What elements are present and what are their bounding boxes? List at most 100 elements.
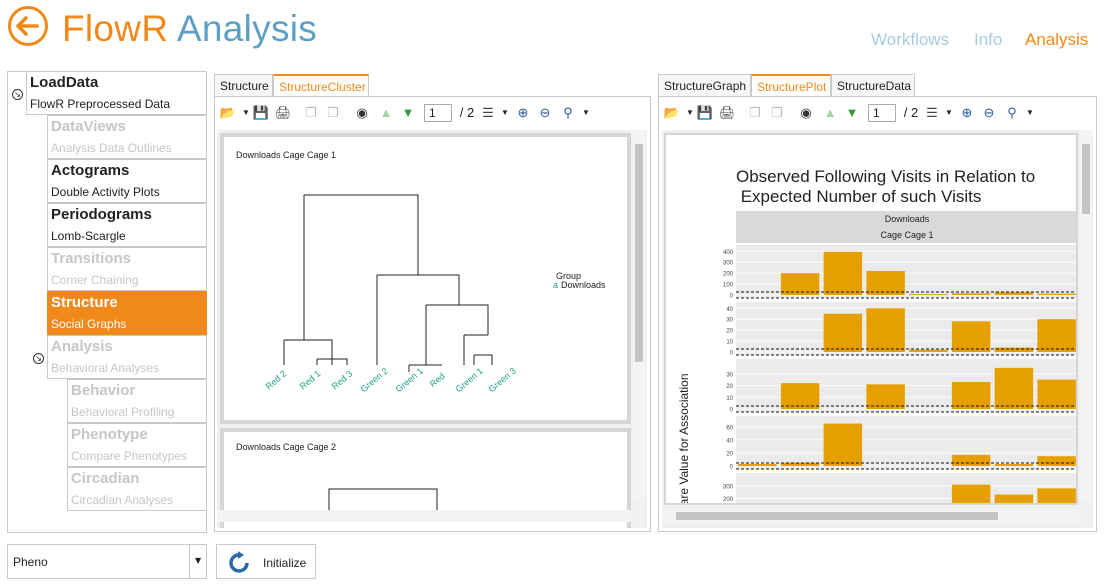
bar — [823, 423, 863, 466]
back-button[interactable] — [8, 6, 48, 46]
bar — [780, 383, 820, 409]
legend-key-icon: a — [553, 280, 559, 290]
page-down-icon[interactable]: ▼ — [843, 104, 861, 122]
pheno-select[interactable]: Pheno ▼ — [7, 544, 207, 579]
tab-structure-graph[interactable]: StructureGraph — [658, 74, 751, 96]
bar — [994, 494, 1034, 503]
copy-icon[interactable]: ❐ — [746, 104, 764, 122]
bar — [738, 464, 777, 466]
zoom-in-icon[interactable]: ⊕ — [958, 104, 976, 122]
sidebar-item-analysis[interactable]: Analysis Behavioral Analyses — [47, 335, 207, 379]
bar — [951, 484, 991, 503]
sidebar-item-circadian[interactable]: Circadian Circadian Analyses — [67, 467, 207, 511]
find-icon[interactable]: ◉ — [797, 104, 815, 122]
right-viewer: Observed Following Visits in Relation to… — [662, 130, 1093, 528]
nav-info[interactable]: Info — [974, 30, 1002, 50]
chevron-down-icon: ▼ — [195, 556, 202, 565]
print-icon[interactable]: 🖨 — [718, 104, 736, 122]
sidebar-item-transitions[interactable]: Transitions Corner Chaining — [47, 247, 207, 291]
zoom-icon[interactable]: ⚲ — [559, 104, 577, 122]
paste-icon[interactable]: ❐ — [768, 104, 786, 122]
page-down-icon[interactable]: ▼ — [399, 104, 417, 122]
bar — [866, 308, 905, 352]
expand-collapse-icon[interactable]: ↘ — [33, 353, 44, 364]
sidebar-item-subtitle: Double Activity Plots — [51, 185, 160, 199]
dropdown-icon[interactable]: ▼ — [940, 104, 958, 122]
right-vscroll-thumb[interactable] — [1082, 144, 1090, 214]
sidebar-item-title: LoadData — [30, 74, 99, 91]
open-icon[interactable]: 📂 — [663, 104, 681, 122]
print-icon[interactable]: 🖨 — [274, 104, 292, 122]
sidebar-item-actograms[interactable]: Actograms Double Activity Plots — [47, 159, 207, 203]
bar — [909, 349, 948, 352]
save-icon[interactable]: 💾 — [696, 104, 714, 122]
dropdown-icon[interactable]: ▼ — [1021, 104, 1039, 122]
right-hscroll-thumb[interactable] — [676, 512, 998, 520]
sidebar-item-behavior[interactable]: Behavior Behavioral Profiling — [67, 379, 207, 423]
find-icon[interactable]: ◉ — [353, 104, 371, 122]
right-hscroll[interactable] — [662, 510, 1080, 522]
page-layout-icon[interactable]: ☰ — [923, 104, 941, 122]
y-tick-label: 40 — [726, 438, 733, 444]
bar — [994, 292, 1034, 295]
bar-chart: 0100200300400010203040010203002040602003… — [723, 245, 1076, 503]
sidebar-item-structure[interactable]: Structure Social Graphs — [47, 291, 207, 335]
zoom-in-icon[interactable]: ⊕ — [514, 104, 532, 122]
sidebar-item-subtitle: Social Graphs — [51, 317, 127, 331]
save-icon[interactable]: 💾 — [252, 104, 270, 122]
sidebar-item-title: Behavior — [71, 382, 136, 399]
app-title-part1: FlowR — [62, 8, 169, 49]
initialize-button[interactable]: Initialize — [216, 544, 316, 579]
left-vscroll-thumb[interactable] — [635, 144, 643, 362]
zoom-icon[interactable]: ⚲ — [1003, 104, 1021, 122]
nav-analysis[interactable]: Analysis — [1025, 30, 1088, 50]
page-layout-icon[interactable]: ☰ — [479, 104, 497, 122]
zoom-out-icon[interactable]: ⊖ — [536, 104, 554, 122]
y-tick-label: 0 — [730, 465, 734, 471]
left-vscroll[interactable] — [633, 130, 645, 502]
sidebar-item-subtitle: Behavioral Analyses — [51, 361, 160, 375]
sidebar-item-subtitle: Circadian Analyses — [71, 493, 174, 507]
page-number-input[interactable]: 1 — [868, 104, 896, 122]
sidebar-item-subtitle: FlowR Preprocessed Data — [30, 97, 171, 111]
page-total: / 2 — [459, 105, 475, 120]
open-icon[interactable]: 📂 — [219, 104, 237, 122]
bar — [1037, 293, 1076, 295]
y-tick-label: 20 — [726, 384, 733, 390]
dropdown-icon[interactable]: ▼ — [496, 104, 514, 122]
sidebar-item-periodograms[interactable]: Periodograms Lomb-Scargle — [47, 203, 207, 247]
tab-structure[interactable]: Structure — [214, 74, 273, 96]
y-tick-label: 40 — [726, 307, 733, 313]
tab-structure-cluster[interactable]: StructureCluster — [273, 74, 369, 96]
copy-icon[interactable]: ❐ — [302, 104, 320, 122]
y-tick-label: 0 — [730, 294, 734, 300]
left-hscroll[interactable] — [217, 510, 633, 522]
page-up-icon[interactable]: ▲ — [377, 104, 395, 122]
right-toolbar: 📂 ▼ 💾 🖨 ❐ ❐ ◉ ▲ ▼ 1 / 2 ☰ ▼ ⊕ ⊖ ⚲ ▼ — [658, 100, 1097, 126]
panel-background — [736, 416, 1076, 469]
sidebar-item-phenotype[interactable]: Phenotype Compare Phenotypes — [67, 423, 207, 467]
tab-structure-plot[interactable]: StructurePlot — [751, 74, 831, 96]
dropdown-icon[interactable]: ▼ — [577, 104, 595, 122]
bar — [1037, 456, 1076, 466]
page-number-input[interactable]: 1 — [424, 104, 452, 122]
nav-workflows[interactable]: Workflows — [871, 30, 949, 50]
sidebar-item-title: Analysis — [51, 338, 113, 355]
sidebar-item-title: Circadian — [71, 470, 140, 487]
arrow-left-icon — [16, 16, 39, 36]
y-tick-label: 300 — [723, 261, 734, 267]
plot-page: Observed Following Visits in Relation to… — [664, 133, 1078, 505]
page-up-icon[interactable]: ▲ — [821, 104, 839, 122]
tab-structure-data[interactable]: StructureData — [831, 74, 915, 96]
paste-icon[interactable]: ❐ — [324, 104, 342, 122]
sidebar-item-title: Periodograms — [51, 206, 152, 223]
sidebar-item-dataviews[interactable]: DataViews Analysis Data Outlines — [47, 115, 207, 159]
zoom-out-icon[interactable]: ⊖ — [980, 104, 998, 122]
expand-collapse-icon[interactable]: ↘ — [12, 89, 23, 100]
sidebar-item-title: Transitions — [51, 250, 132, 267]
sidebar-item-loaddata[interactable]: LoadData FlowR Preprocessed Data — [26, 71, 207, 115]
bar — [1037, 319, 1076, 352]
bar — [866, 384, 905, 409]
bar — [951, 454, 991, 466]
right-vscroll[interactable] — [1080, 130, 1092, 502]
